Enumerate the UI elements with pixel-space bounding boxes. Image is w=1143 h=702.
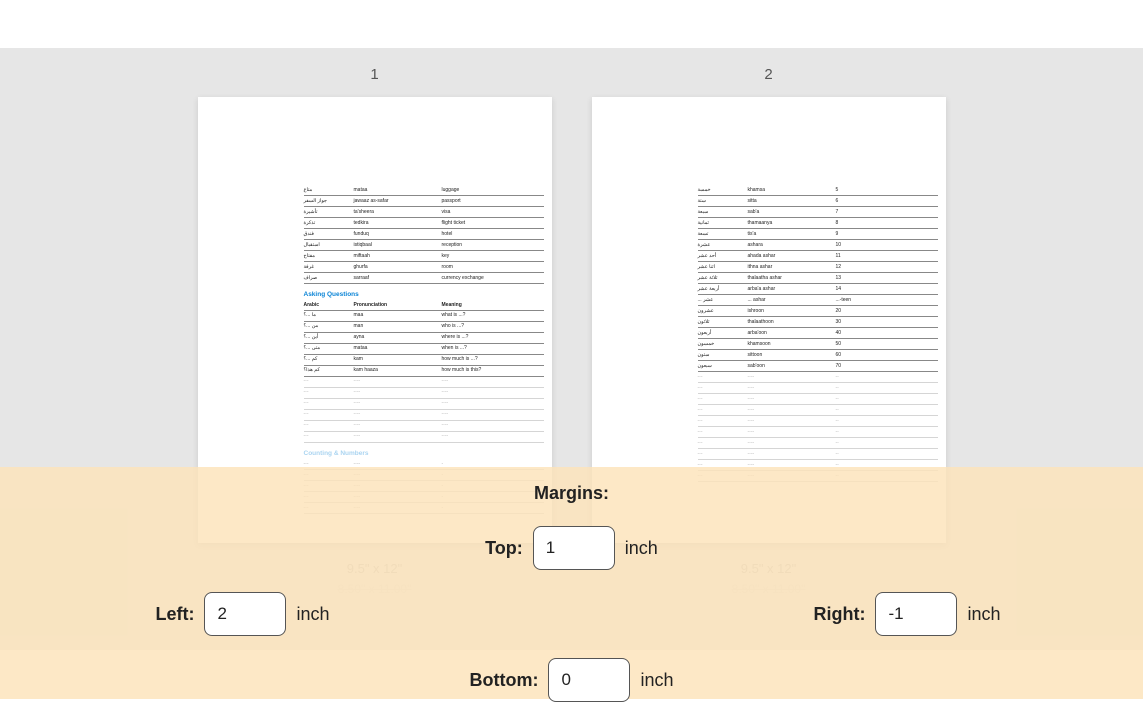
section-title: Asking Questions [304, 292, 552, 299]
table-row: استقبالistiqbaalreception [304, 240, 544, 251]
margin-bottom-unit: inch [640, 670, 673, 691]
table-row: أحد عشرahada ashar11 [698, 251, 938, 262]
table-row: عشرونishroon20 [698, 306, 938, 317]
table-row: مفتاحmiftaahkey [304, 251, 544, 262]
margin-right-label: Right: [814, 604, 866, 625]
margin-right-input[interactable] [875, 592, 957, 636]
table-row: --------- [698, 438, 938, 449]
margin-left-field: Left: inch [155, 592, 329, 636]
margin-bottom-label: Bottom: [469, 670, 538, 691]
margins-title: Margins: [469, 483, 673, 504]
page-1-content: متاعmataaluggageجواز السفرjawaaz as-safa… [198, 185, 552, 514]
table-row: ----------- [304, 388, 544, 399]
table-row: متى ...؟mataawhen is ...? [304, 344, 544, 355]
margin-right-unit: inch [967, 604, 1000, 625]
table-row: ----------- [304, 399, 544, 410]
table-row: --------- [698, 372, 938, 383]
table-row: ستونsittoon60 [698, 350, 938, 361]
table-row: أين ...؟aynawhere is ...? [304, 333, 544, 344]
margin-bottom-input[interactable] [548, 658, 630, 702]
table-row: تأشيرةta'sheeravisa [304, 207, 544, 218]
margin-top-unit: inch [625, 538, 658, 559]
table-row: ستةsitta6 [698, 196, 938, 207]
table-row: أربعة عشرarba'a ashar14 [698, 284, 938, 295]
table-row: ----------- [304, 432, 544, 443]
table-row: --------- [698, 449, 938, 460]
table-row: --------- [698, 383, 938, 394]
margin-left-input[interactable] [204, 592, 286, 636]
table-row: تذكرةtedkiraflight ticket [304, 218, 544, 229]
top-whitespace [0, 0, 1143, 48]
table-header: ArabicPronunciationMeaning [304, 301, 544, 311]
table-row: جواز السفرjawaaz as-safarpassport [304, 196, 544, 207]
table-row: --------- [698, 427, 938, 438]
table-row: اثنا عشرithna ashar12 [698, 262, 938, 273]
table-row: سبعونsab'oon70 [698, 361, 938, 372]
margin-right-field: Right: inch [814, 592, 1001, 636]
page-2-content: خمسةkhamsa5ستةsitta6سبعةsab'a7ثمانيةtham… [592, 185, 946, 482]
table-row: كم هذا؟kam haazahow much is this? [304, 366, 544, 377]
table-row: ثلاثة عشرthalaatha ashar13 [698, 273, 938, 284]
table-row: ----------- [304, 410, 544, 421]
table-row: ... عشر... ashar...-teen [698, 295, 938, 306]
table-row: ----------- [304, 377, 544, 388]
margin-top-field: Top: inch [485, 526, 658, 570]
table-row: --------- [698, 416, 938, 427]
margin-bottom-field: Bottom: inch [469, 658, 673, 702]
table-row: من ...؟manwho is ...? [304, 322, 544, 333]
section-title: Counting & Numbers [304, 451, 552, 458]
preview-area: 1 متاعmataaluggageجواز السفرjawaaz as-sa… [0, 48, 1143, 650]
margin-left-unit: inch [296, 604, 329, 625]
table-row: كم ...؟kamhow much is ...? [304, 355, 544, 366]
margin-left-label: Left: [155, 604, 194, 625]
table-row: ----------- [304, 421, 544, 432]
table-row: عشرةashara10 [698, 240, 938, 251]
table-row: متاعmataaluggage [304, 185, 544, 196]
table-row: غرفةghurfaroom [304, 262, 544, 273]
table-row: ما ...؟maawhat is ...? [304, 311, 544, 322]
table-row: أربعونarba'oon40 [698, 328, 938, 339]
table-row: ثمانيةthamaanya8 [698, 218, 938, 229]
page-number-2: 2 [764, 66, 772, 83]
table-row: خمسةkhamsa5 [698, 185, 938, 196]
table-row: سبعةsab'a7 [698, 207, 938, 218]
margin-top-label: Top: [485, 538, 523, 559]
table-row: ثلاثونthalaathoon30 [698, 317, 938, 328]
table-row: --------- [698, 405, 938, 416]
table-row: --------- [698, 394, 938, 405]
margin-top-input[interactable] [533, 526, 615, 570]
table-row: خمسونkhamsoon50 [698, 339, 938, 350]
table-row: صرافsarraafcurrency exchange [304, 273, 544, 284]
table-row: فندقfunduqhotel [304, 229, 544, 240]
page-number-1: 1 [370, 66, 378, 83]
table-row: تسعةtis'a9 [698, 229, 938, 240]
margins-panel: Margins: Top: inch Left: inch Right: inc… [0, 467, 1143, 699]
